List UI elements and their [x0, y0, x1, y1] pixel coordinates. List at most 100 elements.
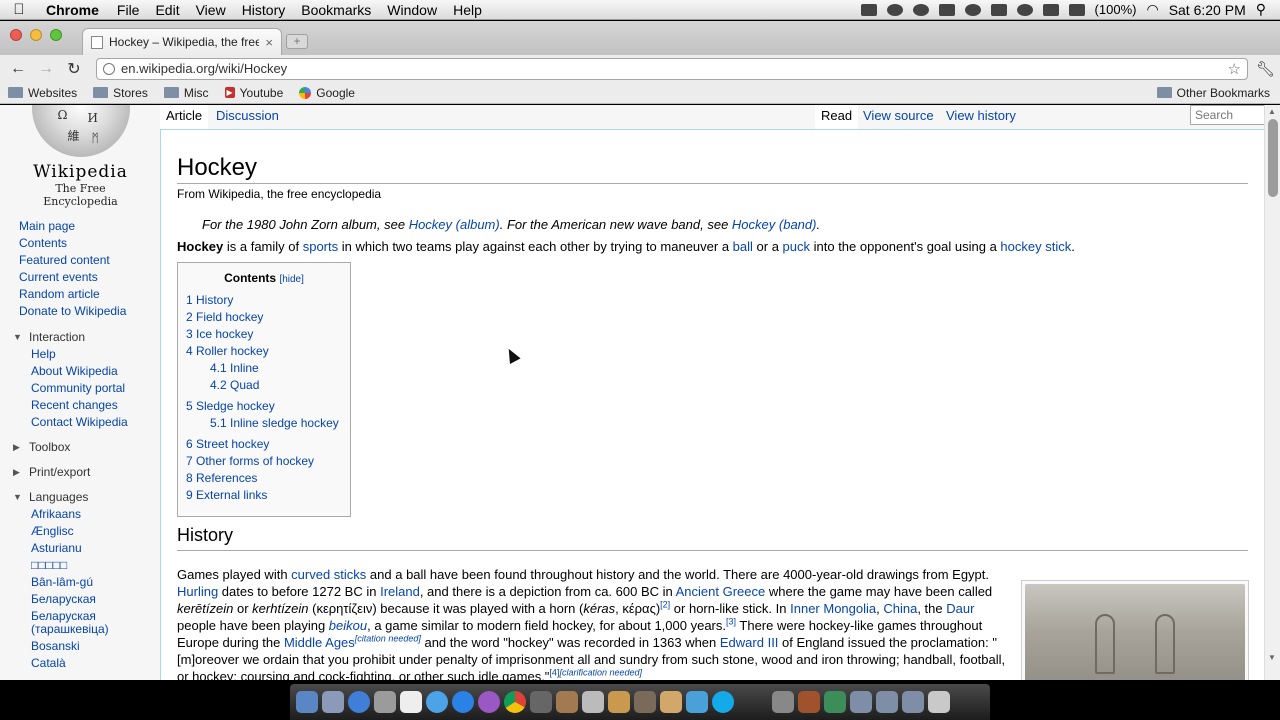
reload-icon[interactable]: ↻	[60, 59, 88, 79]
imovie-icon[interactable]	[634, 691, 656, 713]
toc-entry[interactable]: 5 Sledge hockey	[186, 398, 342, 415]
wifi-icon[interactable]: ◠	[1146, 1, 1158, 18]
link-daur[interactable]: Daur	[946, 601, 974, 616]
toolbox-section-toggle[interactable]: ▶ Toolbox	[0, 439, 160, 456]
menu-help[interactable]: Help	[445, 2, 490, 18]
downloads-folder-icon[interactable]	[902, 691, 924, 713]
zoom-window-icon[interactable]	[50, 29, 62, 41]
toc-subentry[interactable]: 5.1 Inline sledge hockey	[186, 415, 342, 432]
clock[interactable]: Sat 6:20 PM	[1169, 2, 1246, 18]
address-bar[interactable]: en.wikipedia.org/wiki/Hockey ☆	[96, 57, 1248, 80]
new-tab-button[interactable]: +	[286, 34, 308, 49]
nav-current-events[interactable]: Current events	[0, 269, 160, 286]
nav-recent-changes[interactable]: Recent changes	[0, 397, 160, 414]
tab-read[interactable]: Read	[815, 105, 859, 129]
toc-entry[interactable]: 1 History	[186, 292, 342, 309]
citation-4[interactable]: [4]	[549, 668, 559, 678]
forward-icon[interactable]: →	[32, 60, 60, 78]
timemachine-icon[interactable]	[1042, 3, 1059, 16]
back-icon[interactable]: ←	[4, 60, 32, 78]
site-info-icon[interactable]	[103, 62, 115, 75]
link-hurling[interactable]: Hurling	[177, 584, 218, 599]
nav-community-portal[interactable]: Community portal	[0, 380, 160, 397]
twitter-icon[interactable]	[686, 691, 708, 713]
eye-icon[interactable]	[1016, 3, 1033, 16]
page-scrollbar[interactable]: ▲ ▼	[1264, 105, 1280, 680]
camera-icon[interactable]	[860, 3, 877, 16]
battery-icon[interactable]	[1068, 3, 1085, 16]
bookmark-websites[interactable]: Websites	[8, 86, 77, 100]
spotlight-icon[interactable]: ⚲	[1256, 1, 1266, 18]
scroll-thumb[interactable]	[1268, 119, 1278, 197]
trash-icon[interactable]	[928, 691, 950, 713]
toc-entry[interactable]: 7 Other forms of hockey	[186, 453, 342, 470]
itunes-icon[interactable]	[426, 691, 448, 713]
history-thumbnail[interactable]	[1021, 580, 1249, 680]
link-hockey-stick[interactable]: hockey stick	[1000, 239, 1071, 254]
minimize-window-icon[interactable]	[30, 29, 42, 41]
citation-2[interactable]: [2]	[660, 600, 670, 610]
clapper-icon[interactable]	[660, 691, 682, 713]
lang-link[interactable]: Català	[0, 655, 160, 672]
menu-window[interactable]: Window	[379, 2, 445, 18]
toc-subentry[interactable]: 4.1 Inline	[186, 360, 342, 377]
menu-edit[interactable]: Edit	[147, 2, 187, 18]
photo-booth-icon[interactable]	[374, 691, 396, 713]
link-edward-iii[interactable]: Edward III	[720, 635, 779, 650]
iphoto-icon[interactable]	[608, 691, 630, 713]
nav-contact[interactable]: Contact Wikipedia	[0, 414, 160, 431]
documents-folder-icon[interactable]	[876, 691, 898, 713]
close-window-icon[interactable]	[10, 29, 22, 41]
tab-discussion[interactable]: Discussion	[210, 105, 285, 129]
nav-about[interactable]: About Wikipedia	[0, 363, 160, 380]
lang-link[interactable]: Bosanski	[0, 638, 160, 655]
link-curved-sticks[interactable]: curved sticks	[291, 567, 366, 582]
toc-entry[interactable]: 8 References	[186, 470, 342, 487]
bookmark-google[interactable]: Google	[299, 86, 355, 100]
lang-link[interactable]: Afrikaans	[0, 506, 160, 523]
calendar-icon[interactable]	[400, 691, 422, 713]
nav-random-article[interactable]: Random article	[0, 286, 160, 303]
browser-tab[interactable]: Hockey – Wikipedia, the free ×	[82, 28, 282, 55]
citation-3[interactable]: [3]	[726, 617, 736, 627]
nav-featured-content[interactable]: Featured content	[0, 252, 160, 269]
bookmark-other[interactable]: Other Bookmarks	[1156, 86, 1270, 100]
link-china[interactable]: China	[883, 601, 917, 616]
bookmark-youtube[interactable]: ▶ Youtube	[224, 86, 283, 100]
scroll-down-icon[interactable]: ▼	[1268, 653, 1276, 662]
close-tab-icon[interactable]: ×	[265, 35, 273, 50]
nav-help[interactable]: Help	[0, 346, 160, 363]
tools-icon[interactable]	[530, 691, 552, 713]
link-sports[interactable]: sports	[303, 239, 338, 254]
toc-hide-link[interactable]: [hide]	[279, 274, 303, 285]
clarification-needed[interactable]: [clarification needed]	[559, 668, 642, 678]
messenger-icon[interactable]	[478, 691, 500, 713]
toc-subentry[interactable]: 4.2 Quad	[186, 377, 342, 394]
lang-link[interactable]: Asturianu	[0, 540, 160, 557]
toc-entry[interactable]: 9 External links	[186, 487, 342, 504]
bookmark-star-icon[interactable]: ☆	[1228, 60, 1241, 78]
toc-entry[interactable]: 4 Roller hockey	[186, 343, 342, 360]
link-ireland[interactable]: Ireland	[380, 584, 420, 599]
menu-file[interactable]: File	[109, 2, 148, 18]
menu-app-chrome[interactable]: Chrome	[38, 2, 109, 18]
bowler-hat-icon[interactable]	[912, 3, 929, 16]
tab-view-history[interactable]: View history	[940, 105, 1022, 129]
utility-icon[interactable]	[772, 691, 794, 713]
tab-article[interactable]: Article	[160, 105, 209, 129]
applications-folder-icon[interactable]	[850, 691, 872, 713]
list-icon[interactable]	[990, 3, 1007, 16]
apple-menu-icon[interactable]: 	[0, 1, 38, 18]
link-beikou[interactable]: beikou	[329, 618, 367, 633]
link-puck[interactable]: puck	[783, 239, 810, 254]
link-hockey-band[interactable]: Hockey (band)	[732, 217, 817, 232]
nav-donate[interactable]: Donate to Wikipedia	[0, 303, 160, 320]
nav-main-page[interactable]: Main page	[0, 218, 160, 235]
chrome-icon[interactable]	[504, 691, 526, 713]
clipboard-icon[interactable]	[938, 3, 955, 16]
link-hockey-album[interactable]: Hockey (album)	[409, 217, 500, 232]
wrench-menu-icon[interactable]: 🔧︎	[1256, 60, 1275, 78]
skype-icon[interactable]	[712, 691, 734, 713]
lamp-icon[interactable]	[798, 691, 820, 713]
link-inner-mongolia[interactable]: Inner Mongolia	[790, 601, 876, 616]
